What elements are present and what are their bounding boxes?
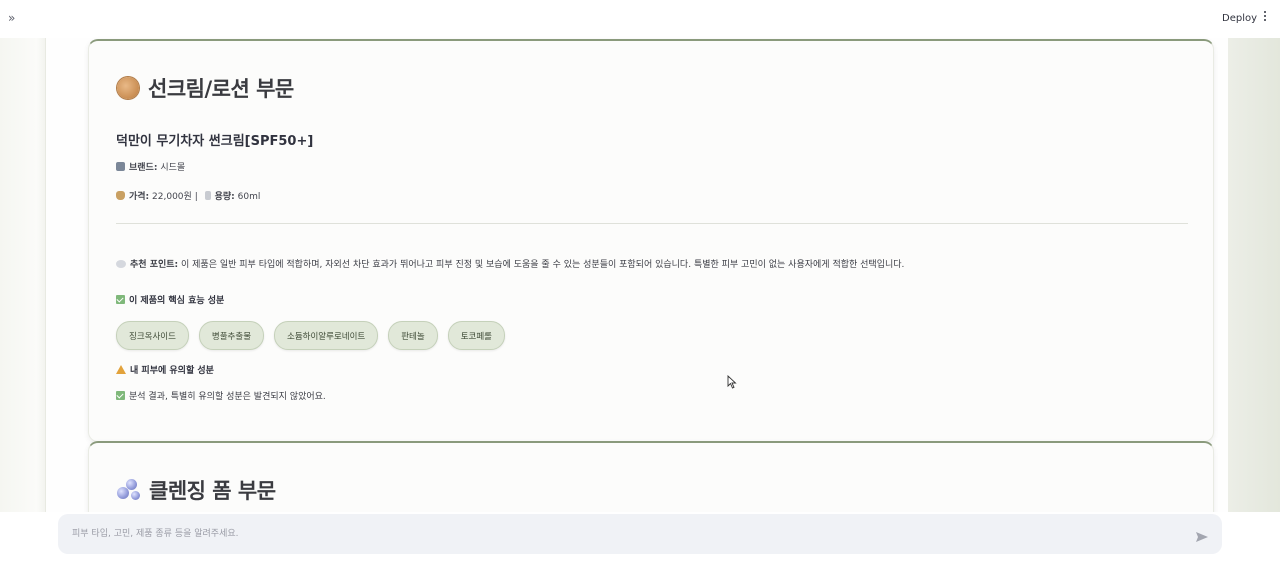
key-ingredients-heading: 이 제품의 핵심 효능 성분 bbox=[116, 293, 224, 306]
brand-value: 시드몰 bbox=[160, 163, 186, 173]
warning-icon bbox=[116, 365, 126, 374]
key-ingredients-heading-text: 이 제품의 핵심 효능 성분 bbox=[129, 296, 225, 306]
volume-value: 60ml bbox=[237, 192, 261, 202]
recommend-text: 이 제품은 일반 피부 타입에 적합하며, 자외선 차단 효과가 뛰어나고 피부… bbox=[181, 260, 905, 270]
building-icon bbox=[116, 162, 125, 171]
cookie-icon bbox=[117, 77, 139, 99]
price-value: 22,000원 bbox=[152, 192, 192, 202]
section-header-cleansing: 클렌징 폼 부문 bbox=[117, 475, 276, 505]
price-label: 가격: bbox=[129, 192, 150, 202]
brand-line: 브랜드: 시드몰 bbox=[116, 160, 185, 173]
ingredient-tag[interactable]: 토코페롤 bbox=[447, 321, 505, 350]
top-toolbar: » Deploy bbox=[0, 0, 1280, 38]
price-volume-line: 가격: 22,000원 | 용량: 60ml bbox=[116, 189, 260, 202]
main-menu-icon[interactable] bbox=[1262, 11, 1268, 25]
deploy-button[interactable]: Deploy bbox=[1222, 13, 1257, 24]
volume-label: 용량: bbox=[214, 192, 235, 202]
section-header-sunscreen: 선크림/로션 부문 bbox=[117, 73, 294, 103]
chat-input[interactable] bbox=[58, 514, 1222, 554]
ingredient-tag[interactable]: 소듐하이알루로네이트 bbox=[274, 321, 379, 350]
send-icon[interactable] bbox=[1195, 528, 1209, 542]
sunscreen-card: 선크림/로션 부문 덕만이 무기차자 썬크림[SPF50+] 브랜드: 시드몰 … bbox=[88, 39, 1214, 442]
left-gutter bbox=[0, 38, 46, 512]
caution-heading-text: 내 피부에 유의할 성분 bbox=[130, 366, 214, 376]
section-title: 클렌징 폼 부문 bbox=[149, 479, 276, 503]
recommend-point: 추천 포인트: 이 제품은 일반 피부 타입에 적합하며, 자외선 차단 효과가… bbox=[116, 257, 904, 270]
caution-heading: 내 피부에 유의할 성분 bbox=[116, 363, 214, 376]
speech-bubble-icon bbox=[116, 260, 126, 268]
ingredient-tag[interactable]: 병풀추출물 bbox=[198, 321, 265, 350]
caution-result: 분석 결과, 특별히 유의할 성분은 발견되지 않았어요. bbox=[116, 389, 326, 402]
expand-sidebar-button[interactable]: » bbox=[8, 10, 15, 26]
product-name: 덕만이 무기차자 썬크림[SPF50+] bbox=[116, 134, 314, 149]
separator: | bbox=[194, 192, 198, 202]
right-gutter bbox=[1228, 38, 1280, 512]
divider bbox=[116, 223, 1188, 224]
ingredient-tags: 징크옥사이드 병풀추출물 소듐하이알루로네이트 판테놀 토코페롤 bbox=[116, 321, 515, 350]
check-box-icon bbox=[116, 295, 125, 304]
brand-label: 브랜드: bbox=[129, 163, 158, 173]
recommend-label: 추천 포인트: bbox=[130, 260, 179, 270]
section-title: 선크림/로션 부문 bbox=[148, 77, 294, 101]
bottle-icon bbox=[204, 191, 211, 200]
bubbles-icon bbox=[117, 479, 141, 501]
money-bag-icon bbox=[116, 191, 125, 200]
check-box-icon bbox=[116, 391, 125, 400]
caution-result-text: 분석 결과, 특별히 유의할 성분은 발견되지 않았어요. bbox=[129, 392, 326, 402]
ingredient-tag[interactable]: 판테놀 bbox=[388, 321, 438, 350]
ingredient-tag[interactable]: 징크옥사이드 bbox=[116, 321, 189, 350]
